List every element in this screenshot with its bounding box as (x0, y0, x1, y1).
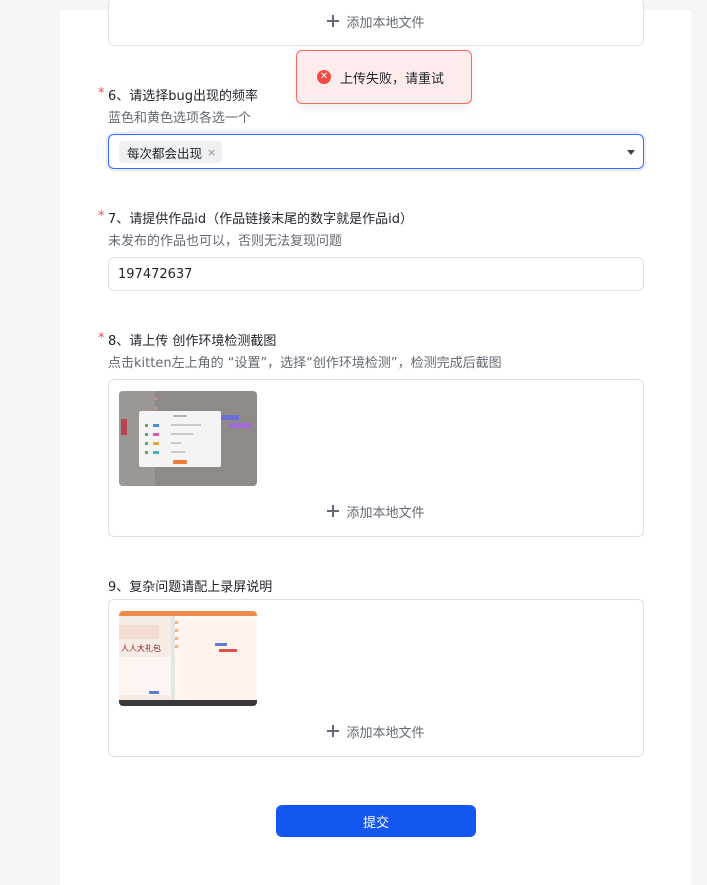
add-file-button[interactable]: 添加本地文件 (109, 11, 643, 31)
question-8-desc: 点击kitten左上角的 “设置”，选择“创作环境检测”，检测完成后截图 (108, 356, 502, 371)
selected-tag-label: 每次都会出现 (127, 145, 203, 161)
add-file-label: 添加本地文件 (346, 505, 425, 521)
question-8-title: 8、请上传 创作环境检测截图 (108, 334, 277, 349)
error-icon: ✕ (317, 70, 331, 84)
upload-area-previous: 添加本地文件 (108, 0, 644, 46)
uploaded-image-thumbnail[interactable] (119, 391, 257, 486)
question-6-title: 6、请选择bug出现的频率 (108, 89, 259, 104)
question-7-title: 7、请提供作品id（作品链接末尾的数字就是作品id） (108, 212, 413, 227)
required-mark: * (98, 331, 105, 346)
frequency-select[interactable]: 每次都会出现 × (108, 134, 644, 169)
upload-area-env-check: 添加本地文件 (108, 379, 644, 537)
question-7-desc: 未发布的作品也可以，否则无法复现问题 (108, 234, 343, 249)
add-file-label: 添加本地文件 (346, 725, 425, 741)
question-6-desc: 蓝色和黄色选项各选一个 (108, 111, 252, 126)
uploaded-video-thumbnail[interactable]: 人人大礼包 (119, 611, 257, 706)
question-9-title: 9、复杂问题请配上录屏说明 (108, 580, 273, 595)
error-toast: ✕ 上传失败，请重试 (296, 50, 472, 104)
required-mark: * (98, 86, 105, 101)
add-file-button[interactable]: 添加本地文件 (109, 721, 643, 741)
caret-down-icon[interactable] (627, 150, 635, 155)
work-id-input[interactable] (108, 257, 644, 291)
plus-icon (327, 725, 340, 737)
plus-icon (327, 505, 340, 517)
screenshot-preview-image (119, 391, 257, 486)
required-mark: * (98, 209, 105, 224)
recording-preview-image: 人人大礼包 (119, 611, 257, 706)
upload-area-recording: 人人大礼包 添加本地文件 (108, 599, 644, 757)
add-file-button[interactable]: 添加本地文件 (109, 501, 643, 521)
selected-tag: 每次都会出现 × (119, 141, 223, 163)
plus-icon (327, 15, 340, 27)
toast-message: 上传失败，请重试 (340, 71, 445, 87)
submit-button[interactable]: 提交 (276, 805, 476, 837)
tag-remove-icon[interactable]: × (207, 146, 216, 159)
add-file-label: 添加本地文件 (346, 15, 425, 31)
thumb-caption: 人人大礼包 (121, 643, 161, 653)
